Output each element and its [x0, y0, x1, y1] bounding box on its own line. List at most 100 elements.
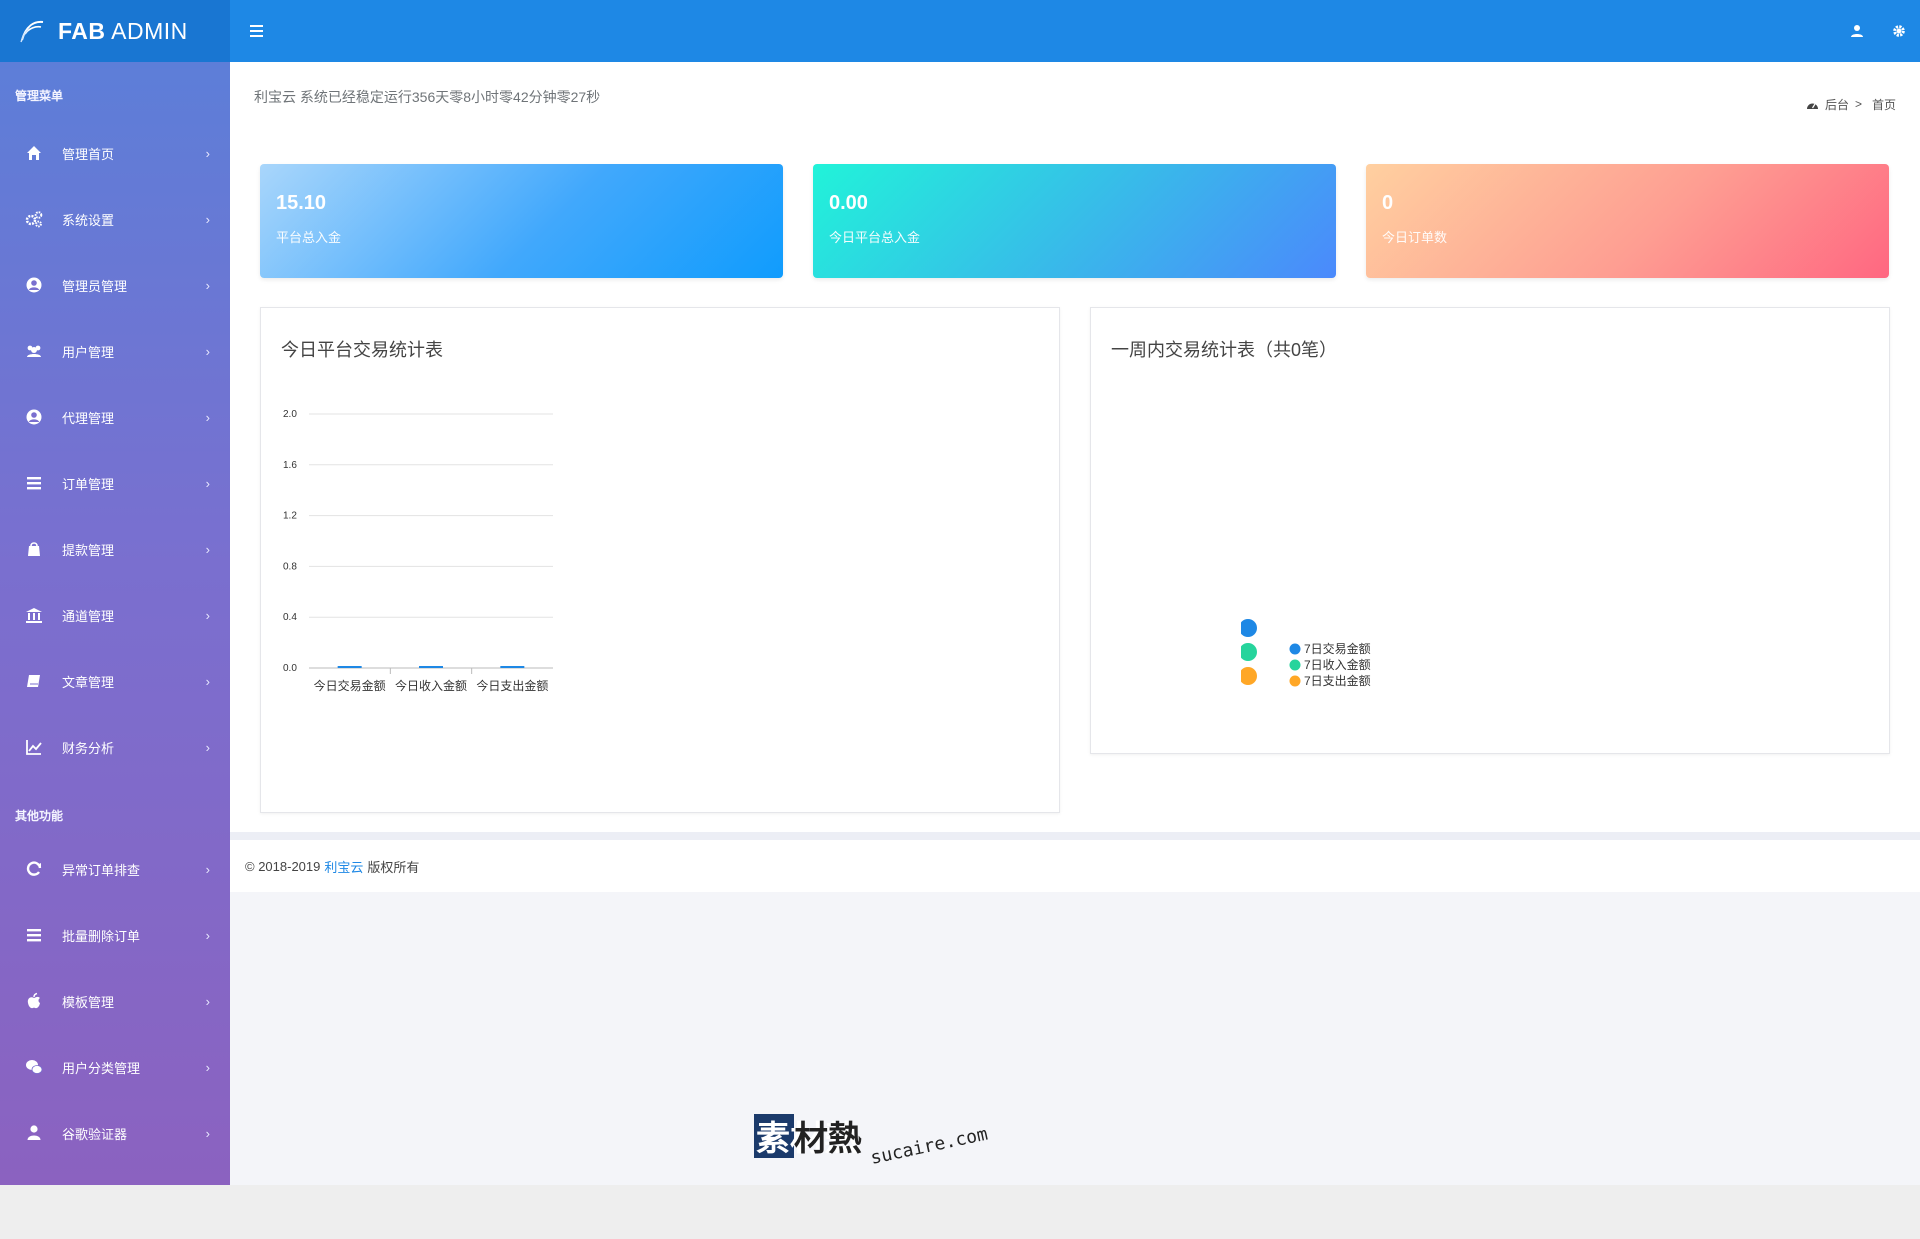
sidebar-item[interactable]: 财务分析 ›: [0, 714, 230, 780]
brand-name: FAB ADMIN: [58, 17, 188, 44]
sidebar: 管理菜单 管理首页 › 系统设置 › 管理员管理 › 用户管理 › 代理管理 › 订单管理 › 提款管理…: [0, 62, 230, 1185]
pie-slice-marker: [1241, 667, 1257, 685]
chevron-right-icon: ›: [205, 739, 210, 755]
stat-card-today-deposit: 0.00 今日平台总入金: [813, 164, 1336, 278]
dashboard-icon: [1806, 103, 1818, 109]
chevron-right-icon: ›: [205, 211, 210, 227]
company-link[interactable]: 利宝云: [324, 857, 363, 876]
y-tick-label: 0.8: [283, 561, 297, 572]
sidebar-section-title: 其他功能: [15, 808, 64, 823]
card-title: 今日平台交易统计表: [281, 340, 443, 360]
svg-text:sucaire.com: sucaire.com: [869, 1124, 990, 1166]
sidebar-item-label: 提款管理: [62, 542, 115, 558]
hamburger-icon[interactable]: [250, 21, 270, 41]
sidebar-item[interactable]: 批量删除订单 ›: [0, 902, 230, 968]
sidebar-item[interactable]: 管理首页 ›: [0, 120, 230, 186]
sidebar-item-label: 管理首页: [62, 146, 115, 162]
sidebar-item-label: 财务分析: [62, 740, 115, 756]
home-icon: [24, 143, 44, 163]
stat-card-total-deposit: 15.10 平台总入金: [260, 164, 783, 278]
y-tick-label: 2.0: [283, 409, 297, 420]
sidebar-item-label: 订单管理: [62, 476, 115, 492]
chevron-right-icon: ›: [205, 1059, 210, 1075]
sidebar-item-label: 用户管理: [62, 344, 115, 360]
sidebar-item[interactable]: 用户分类管理 ›: [0, 1034, 230, 1100]
line-chart-icon: [24, 737, 44, 757]
stat-card-today-orders: 0 今日订单数: [1366, 164, 1889, 278]
chevron-right-icon: ›: [205, 343, 210, 359]
sidebar-item[interactable]: 管理员管理 ›: [0, 252, 230, 318]
sidebar-item[interactable]: 异常订单排查 ›: [0, 836, 230, 902]
sidebar-item[interactable]: 订单管理 ›: [0, 450, 230, 516]
logo-icon: [20, 20, 44, 43]
bank-icon: [24, 605, 44, 625]
card-title: 一周内交易统计表（共0笔）: [1111, 340, 1338, 360]
sidebar-item[interactable]: 通道管理 ›: [0, 582, 230, 648]
legend-marker: [1289, 675, 1301, 687]
sidebar-item[interactable]: 代理管理 ›: [0, 384, 230, 450]
x-tick-label: 今日收入金额: [395, 678, 467, 693]
chevron-right-icon: ›: [205, 861, 210, 877]
x-tick-label: 今日支出金额: [476, 678, 548, 693]
x-tick-label: 今日交易金额: [314, 678, 386, 693]
sidebar-item[interactable]: 提款管理 ›: [0, 516, 230, 582]
breadcrumb-current: 首页: [1871, 97, 1896, 112]
sidebar-item[interactable]: 用户管理 ›: [0, 318, 230, 384]
user-icon[interactable]: [1850, 24, 1864, 38]
brand-logo-area[interactable]: FAB ADMIN: [0, 0, 230, 62]
stat-label: 平台总入金: [276, 230, 342, 245]
sidebar-item-label: 代理管理: [62, 410, 115, 426]
chevron-right-icon: ›: [205, 145, 210, 161]
user-circle-icon: [24, 407, 44, 427]
bar: [419, 666, 443, 668]
chevron-right-icon: ›: [205, 607, 210, 623]
page-bar: 利宝云 系统已经稳定运行356天零8小时零42分钟零27秒 后台 > 首页: [230, 62, 1920, 132]
legend-label: 7日收入金额: [1304, 657, 1371, 672]
pie-slice-marker: [1241, 643, 1257, 661]
legend-label: 7日交易金额: [1304, 641, 1371, 656]
sidebar-item-label: 系统设置: [62, 212, 115, 228]
legend-marker: [1289, 659, 1301, 671]
sidebar-item[interactable]: 文章管理 ›: [0, 648, 230, 714]
chevron-right-icon: ›: [205, 1125, 210, 1141]
chevron-right-icon: ›: [205, 541, 210, 557]
sidebar-item[interactable]: 系统设置 ›: [0, 186, 230, 252]
list-icon: [24, 925, 44, 945]
chevron-right-icon: ›: [205, 475, 210, 491]
copyright-text: © 2018-2019: [245, 858, 321, 874]
week-stats-card: 一周内交易统计表（共0笔） 7日交易金额 7日收入金额 7日支出金额: [1090, 307, 1890, 754]
sidebar-menu-other: 异常订单排查 › 批量删除订单 › 模板管理 › 用户分类管理 › 谷歌验证器 ›: [0, 836, 230, 1166]
sidebar-menu-main: 管理首页 › 系统设置 › 管理员管理 › 用户管理 › 代理管理 › 订单管理 › 提款管理 › 通道管理…: [0, 120, 230, 780]
chevron-right-icon: ›: [205, 993, 210, 1009]
sidebar-item-label: 通道管理: [62, 608, 115, 624]
apple-icon: [24, 991, 44, 1011]
sidebar-item-label: 异常订单排查: [62, 862, 141, 878]
sidebar-item-label: 谷歌验证器: [62, 1126, 128, 1142]
y-tick-label: 0.4: [283, 612, 297, 623]
chevron-right-icon: ›: [205, 409, 210, 425]
users-icon: [24, 341, 44, 361]
sidebar-item[interactable]: 模板管理 ›: [0, 968, 230, 1034]
bar: [337, 666, 362, 668]
user-circle-icon: [24, 275, 44, 295]
bar: [500, 666, 525, 668]
chevron-right-icon: ›: [205, 673, 210, 689]
main-area: 利宝云 系统已经稳定运行356天零8小时零42分钟零27秒 后台 > 首页 15…: [230, 62, 1920, 1185]
stat-value: 0: [1382, 192, 1394, 214]
footer-divider: [230, 832, 1920, 840]
book-icon: [24, 671, 44, 691]
legend-label: 7日支出金额: [1304, 673, 1371, 688]
sidebar-section-title: 管理菜单: [15, 88, 64, 103]
chevron-right-icon: ›: [205, 277, 210, 293]
y-tick-label: 0.0: [283, 663, 297, 674]
stat-value: 0.00: [829, 192, 868, 214]
uptime-text: 利宝云 系统已经稳定运行356天零8小时零42分钟零27秒: [254, 89, 601, 105]
svg-text:材熱: 材熱: [794, 1119, 862, 1159]
sidebar-item[interactable]: 谷歌验证器 ›: [0, 1100, 230, 1166]
breadcrumb-separator: >: [1854, 97, 1862, 111]
chevron-right-icon: ›: [205, 927, 210, 943]
refresh-icon: [24, 859, 44, 879]
breadcrumb-root-link[interactable]: 后台: [1825, 96, 1849, 113]
gear-icon[interactable]: [1892, 24, 1906, 38]
bag-icon: [24, 539, 44, 559]
